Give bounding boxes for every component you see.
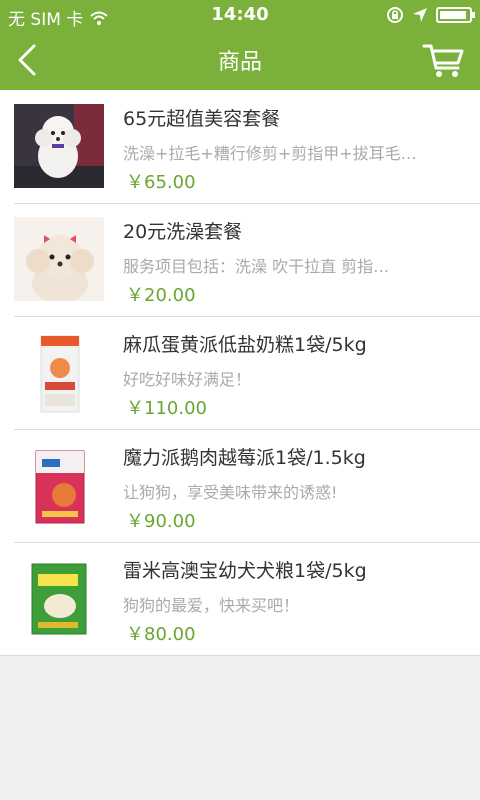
product-desc: 服务项目包括：洗澡 吹干拉直 剪指… [123, 257, 390, 276]
product-image-food-bag-green [14, 556, 104, 640]
product-name: 魔力派鹅肉越莓派1袋/1.5kg [123, 447, 366, 469]
product-price: ￥90.00 [126, 511, 196, 532]
product-price: ￥65.00 [126, 172, 196, 193]
product-item[interactable]: 20元洗澡套餐 服务项目包括：洗澡 吹干拉直 剪指… ￥20.00 [0, 203, 480, 316]
status-right [386, 6, 475, 24]
product-desc: 好吃好味好满足！ [123, 370, 252, 389]
product-image-food-bag-white [14, 330, 104, 414]
product-desc: 洗澡+拉毛+糟行修剪+剪指甲+拔耳毛… [123, 144, 417, 163]
product-image-white-poodle [14, 104, 104, 188]
product-name: 65元超值美容套餐 [123, 108, 281, 130]
product-name: 20元洗澡套餐 [123, 221, 243, 243]
product-list: 65元超值美容套餐 洗澡+拉毛+糟行修剪+剪指甲+拔耳毛… ￥65.00 20元… [0, 90, 480, 656]
product-item[interactable]: 麻瓜蛋黄派低盐奶糕1袋/5kg 好吃好味好满足！ ￥110.00 [0, 316, 480, 429]
product-name: 雷米高澳宝幼犬犬粮1袋/5kg [123, 560, 367, 582]
nav-bar: 商品 [0, 30, 480, 90]
product-item[interactable]: 雷米高澳宝幼犬犬粮1袋/5kg 狗狗的最爱，快来买吧！ ￥80.00 [0, 542, 480, 655]
product-item[interactable]: 65元超值美容套餐 洗澡+拉毛+糟行修剪+剪指甲+拔耳毛… ￥65.00 [0, 90, 480, 203]
rotation-lock-icon [387, 7, 403, 23]
product-price: ￥20.00 [126, 285, 196, 306]
status-bar: 无 SIM 卡 14:40 [0, 0, 480, 30]
location-arrow-icon [413, 8, 427, 22]
product-item[interactable]: 魔力派鹅肉越莓派1袋/1.5kg 让狗狗，享受美味带来的诱惑! ￥90.00 [0, 429, 480, 542]
product-price: ￥110.00 [126, 398, 207, 419]
product-price: ￥80.00 [126, 624, 196, 645]
shopping-cart-icon [422, 44, 464, 77]
product-image-food-bag-red [14, 443, 104, 527]
cart-button[interactable] [422, 40, 466, 80]
page-title: 商品 [217, 50, 262, 75]
product-name: 麻瓜蛋黄派低盐奶糕1袋/5kg [123, 334, 367, 356]
product-desc: 狗狗的最爱，快来买吧！ [123, 596, 300, 615]
battery-icon [436, 7, 475, 23]
product-image-poodle-bows [14, 217, 104, 301]
product-desc: 让狗狗，享受美味带来的诱惑! [123, 483, 338, 502]
